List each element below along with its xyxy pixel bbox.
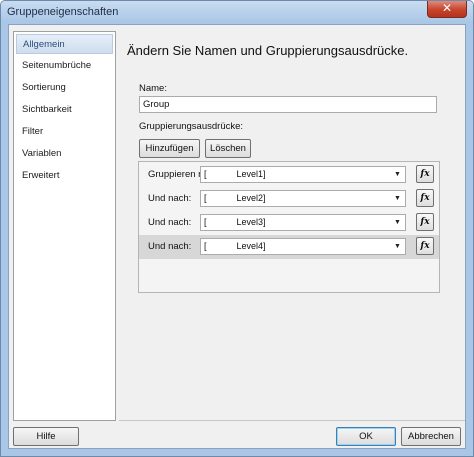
- help-button[interactable]: Hilfe: [13, 427, 79, 446]
- title-bar[interactable]: Gruppeneigenschaften ✕: [1, 1, 473, 23]
- nav-item-label: Allgemein: [23, 39, 65, 50]
- row-label: Und nach:: [148, 241, 192, 252]
- function-icon: fx: [420, 169, 430, 179]
- expression-value: [ Level4]: [204, 241, 266, 251]
- nav-item-label: Sichtbarkeit: [22, 104, 72, 115]
- expression-combobox[interactable]: [ Level4] ▼: [200, 238, 406, 255]
- nav-item-sortierung[interactable]: Sortierung: [16, 78, 113, 98]
- cancel-button[interactable]: Abbrechen: [401, 427, 461, 446]
- function-icon: fx: [420, 193, 430, 203]
- footer-separator: [119, 420, 465, 421]
- dialog-client-area: Allgemein Seitenumbrüche Sortierung Sich…: [8, 24, 466, 449]
- close-button[interactable]: ✕: [427, 1, 467, 18]
- grouping-row[interactable]: Und nach: [ Level3] ▼ fx: [139, 211, 439, 235]
- expression-fx-button[interactable]: fx: [416, 165, 434, 183]
- expression-fx-button[interactable]: fx: [416, 189, 434, 207]
- window-title: Gruppeneigenschaften: [7, 6, 119, 18]
- expression-value: [ Level1]: [204, 169, 266, 179]
- dialog-window: Gruppeneigenschaften ✕ Allgemein Seitenu…: [0, 0, 474, 457]
- nav-item-seitenumbrueche[interactable]: Seitenumbrüche: [16, 56, 113, 76]
- expression-value: [ Level3]: [204, 217, 266, 227]
- grouping-row[interactable]: Und nach: [ Level2] ▼ fx: [139, 187, 439, 211]
- grouping-row-selected[interactable]: Und nach: [ Level4] ▼ fx: [139, 235, 439, 259]
- close-icon: ✕: [441, 1, 453, 15]
- nav-item-variablen[interactable]: Variablen: [16, 144, 113, 164]
- expression-value: [ Level2]: [204, 193, 266, 203]
- expression-fx-button[interactable]: fx: [416, 237, 434, 255]
- expression-combobox[interactable]: [ Level3] ▼: [200, 214, 406, 231]
- name-input[interactable]: Group: [139, 96, 437, 113]
- nav-item-erweitert[interactable]: Erweitert: [16, 166, 113, 186]
- nav-item-filter[interactable]: Filter: [16, 122, 113, 142]
- function-icon: fx: [420, 217, 430, 227]
- nav-item-label: Sortierung: [22, 82, 66, 93]
- grouping-row[interactable]: Gruppieren nach: [ Level1] ▼ fx: [139, 163, 439, 187]
- nav-item-label: Variablen: [22, 148, 62, 159]
- ok-button[interactable]: OK: [336, 427, 396, 446]
- nav-item-label: Seitenumbrüche: [22, 60, 92, 71]
- row-label: Und nach:: [148, 217, 192, 228]
- nav-item-allgemein[interactable]: Allgemein: [16, 34, 113, 54]
- expression-combobox[interactable]: [ Level1] ▼: [200, 166, 406, 183]
- chevron-down-icon[interactable]: ▼: [392, 191, 403, 206]
- chevron-down-icon[interactable]: ▼: [392, 215, 403, 230]
- expressions-label: Gruppierungsausdrücke:: [139, 121, 244, 132]
- add-button[interactable]: Hinzufügen: [139, 139, 200, 158]
- nav-item-label: Filter: [22, 126, 44, 137]
- row-label: Und nach:: [148, 193, 192, 204]
- expression-combobox[interactable]: [ Level2] ▼: [200, 190, 406, 207]
- name-label: Name:: [139, 83, 167, 94]
- page-heading: Ändern Sie Namen und Gruppierungsausdrüc…: [127, 43, 409, 58]
- delete-button[interactable]: Löschen: [205, 139, 251, 158]
- nav-item-label: Erweitert: [22, 170, 60, 181]
- chevron-down-icon[interactable]: ▼: [392, 239, 403, 254]
- grouping-expressions-grid: Gruppieren nach: [ Level1] ▼ fx Und nach…: [138, 161, 440, 293]
- nav-item-sichtbarkeit[interactable]: Sichtbarkeit: [16, 100, 113, 120]
- expression-fx-button[interactable]: fx: [416, 213, 434, 231]
- function-icon: fx: [420, 241, 430, 251]
- category-nav: Allgemein Seitenumbrüche Sortierung Sich…: [13, 31, 116, 421]
- chevron-down-icon[interactable]: ▼: [392, 167, 403, 182]
